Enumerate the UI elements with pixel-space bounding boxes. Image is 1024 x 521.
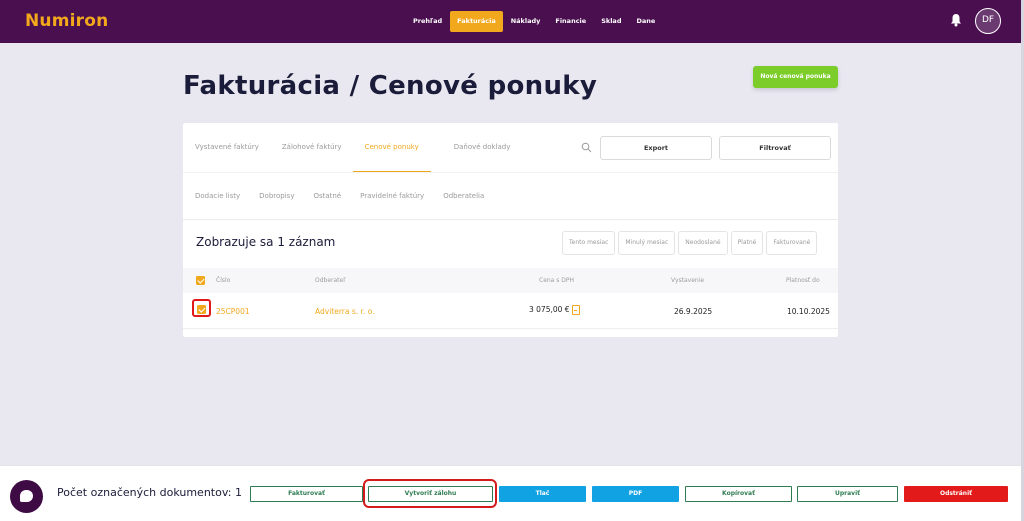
- page-title: Fakturácia / Cenové ponuky: [183, 71, 598, 101]
- top-navbar: Numiron Prehľad Fakturácia Náklady Finan…: [0, 0, 1021, 43]
- table-row[interactable]: 25CP001 Adviterra s. r. o. 3 075,00 € 26…: [183, 295, 838, 329]
- document-tabs: Vystavené faktúry Zálohové faktúry Cenov…: [195, 143, 533, 172]
- filter-last-month[interactable]: Minulý mesiac: [618, 231, 676, 255]
- nav-item-dane[interactable]: Dane: [629, 11, 662, 32]
- copy-button[interactable]: Kopírovať: [685, 486, 792, 502]
- delete-button[interactable]: Odstrániť: [904, 486, 1008, 502]
- nav-item-sklad[interactable]: Sklad: [594, 11, 628, 32]
- quick-filters: Tento mesiac Minulý mesiac Neodoslané Pl…: [562, 231, 820, 255]
- column-price[interactable]: Cena s DPH: [539, 277, 574, 284]
- nav-item-naklady[interactable]: Náklady: [504, 11, 548, 32]
- tab-delivery-notes[interactable]: Dodacie listy: [195, 192, 240, 200]
- tab-credit-notes[interactable]: Dobropisy: [259, 192, 294, 200]
- table-header: Číslo Odberateľ Cena s DPH Vystavenie Pl…: [183, 268, 838, 293]
- filter-not-sent[interactable]: Neodoslané: [678, 231, 728, 255]
- documents-card: Vystavené faktúry Zálohové faktúry Cenov…: [183, 123, 838, 337]
- filter-valid[interactable]: Platné: [730, 231, 764, 255]
- tab-price-quotes[interactable]: Cenové ponuky: [352, 143, 431, 172]
- divider: [183, 172, 838, 173]
- column-issued[interactable]: Vystavenie: [671, 277, 704, 284]
- user-avatar[interactable]: DF: [975, 8, 1001, 34]
- customer-link[interactable]: Adviterra s. r. o.: [315, 307, 375, 316]
- select-all-checkbox[interactable]: [196, 276, 205, 285]
- invoice-button[interactable]: Fakturovať: [250, 486, 363, 502]
- document-number-link[interactable]: 25CP001: [216, 307, 250, 316]
- edit-button[interactable]: Upraviť: [797, 486, 898, 502]
- tab-recurring-invoices[interactable]: Pravidelné faktúry: [360, 192, 424, 200]
- document-tabs-secondary: Dodacie listy Dobropisy Ostatné Pravidel…: [195, 192, 503, 200]
- filter-button[interactable]: Filtrovať: [719, 136, 831, 160]
- search-icon[interactable]: [581, 142, 592, 153]
- column-number[interactable]: Číslo: [216, 277, 230, 284]
- column-valid-until[interactable]: Platnosť do: [786, 277, 820, 284]
- price-value: 3 075,00 €: [529, 305, 570, 314]
- app-logo[interactable]: Numiron: [25, 11, 108, 31]
- tab-customers[interactable]: Odberatelia: [443, 192, 484, 200]
- chat-icon[interactable]: [10, 480, 43, 513]
- tab-tax-documents[interactable]: Daňové doklady: [454, 143, 511, 172]
- bulk-action-bar: Počet označených dokumentov: 1 Fakturova…: [0, 465, 1021, 521]
- nav-item-fakturacia[interactable]: Fakturácia: [450, 11, 503, 32]
- divider: [183, 219, 838, 220]
- records-count: Zobrazuje sa 1 záznam: [196, 235, 336, 249]
- filter-this-month[interactable]: Tento mesiac: [562, 231, 616, 255]
- valid-until-date: 10.10.2025: [787, 307, 830, 316]
- filter-invoiced[interactable]: Fakturované: [766, 231, 818, 255]
- issued-date: 26.9.2025: [674, 307, 713, 316]
- export-button[interactable]: Export: [600, 136, 712, 160]
- tab-deposit-invoices[interactable]: Zálohové faktúry: [282, 143, 342, 172]
- price-cell: 3 075,00 €: [529, 305, 580, 315]
- selected-count-label: Počet označených dokumentov: 1: [57, 486, 242, 499]
- print-button[interactable]: Tlač: [499, 486, 586, 502]
- pdf-button[interactable]: PDF: [592, 486, 679, 502]
- tab-issued-invoices[interactable]: Vystavené faktúry: [195, 143, 259, 172]
- document-icon[interactable]: [571, 305, 580, 315]
- new-quote-button[interactable]: Nová cenová ponuka: [753, 66, 838, 88]
- row-checkbox[interactable]: [197, 305, 206, 314]
- nav-item-financie[interactable]: Financie: [548, 11, 593, 32]
- highlight-ring: [363, 479, 497, 508]
- tab-other[interactable]: Ostatné: [313, 192, 341, 200]
- bell-icon[interactable]: [950, 13, 962, 27]
- main-nav: Prehľad Fakturácia Náklady Financie Skla…: [406, 11, 663, 32]
- column-customer[interactable]: Odberateľ: [315, 277, 345, 284]
- nav-item-prehlad[interactable]: Prehľad: [406, 11, 449, 32]
